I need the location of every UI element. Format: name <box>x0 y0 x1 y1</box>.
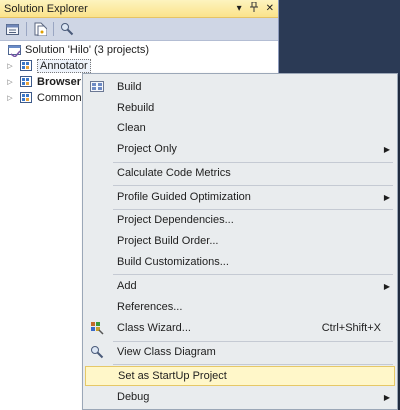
vc-project-icon <box>20 76 34 89</box>
close-icon[interactable]: ✕ <box>266 3 274 14</box>
expand-arrow-icon[interactable]: ▷ <box>5 94 15 102</box>
submenu-arrow-icon: ▶ <box>383 281 390 291</box>
menu-item-label: Build <box>117 81 142 93</box>
menu-item-label: Rebuild <box>117 102 155 114</box>
menu-item-label: Class Wizard... <box>117 322 191 334</box>
properties-icon[interactable] <box>5 21 21 37</box>
menu-item-view-class-diagram[interactable]: View Class Diagram <box>85 342 395 362</box>
menu-item-build[interactable]: Build <box>85 77 395 97</box>
class-diagram-icon <box>89 344 105 360</box>
menu-item-label: Project Build Order... <box>117 235 219 247</box>
solution-explorer-toolbar <box>0 18 278 41</box>
menu-item-label: Clean <box>117 122 146 134</box>
project-label: Browser <box>37 76 82 88</box>
menu-item-project-dependencies[interactable]: Project Dependencies... <box>85 210 395 230</box>
panel-title: Solution Explorer <box>4 2 88 15</box>
show-all-files-icon[interactable] <box>32 21 48 37</box>
menu-separator <box>113 364 393 365</box>
expand-arrow-icon[interactable]: ▷ <box>5 62 15 70</box>
menu-item-label: Debug <box>117 391 150 403</box>
menu-item-label: References... <box>117 301 183 313</box>
auto-hide-pin-icon[interactable] <box>249 1 258 15</box>
solution-label: Solution 'Hilo' (3 projects) <box>25 44 150 56</box>
submenu-arrow-icon: ▶ <box>383 144 390 154</box>
vc-project-icon <box>20 92 34 105</box>
menu-item-label: Set as StartUp Project <box>118 370 227 382</box>
vc-project-icon <box>20 60 34 73</box>
class-wizard-icon <box>89 320 105 336</box>
menu-item-label: Add <box>117 280 137 292</box>
menu-item-build-customizations[interactable]: Build Customizations... <box>85 252 395 272</box>
menu-item-rebuild[interactable]: Rebuild <box>85 98 395 118</box>
submenu-arrow-icon: ▶ <box>383 192 390 202</box>
menu-separator <box>113 274 393 275</box>
submenu-arrow-icon: ▶ <box>383 392 390 402</box>
menu-item-clean[interactable]: Clean <box>85 118 395 138</box>
menu-item-project-build-order[interactable]: Project Build Order... <box>85 231 395 251</box>
window-position-dropdown-icon[interactable]: ▾ <box>237 3 242 14</box>
menu-item-set-as-startup-project[interactable]: Set as StartUp Project <box>85 366 395 386</box>
menu-item-profile-guided-optimization[interactable]: Profile Guided Optimization ▶ <box>85 187 395 207</box>
project-label: Annotator <box>37 59 91 73</box>
menu-item-label: Project Only <box>117 143 177 155</box>
project-label: Common <box>37 92 82 104</box>
shortcut-label: Ctrl+Shift+X <box>321 322 381 334</box>
build-icon <box>89 79 105 95</box>
toolbar-separator <box>26 22 27 36</box>
expand-arrow-icon[interactable]: ▷ <box>5 78 15 86</box>
toolbar-separator <box>53 22 54 36</box>
menu-item-label: Calculate Code Metrics <box>117 167 231 179</box>
menu-item-label: Build Customizations... <box>117 256 229 268</box>
menu-item-project-only[interactable]: Project Only ▶ <box>85 139 395 159</box>
menu-item-references[interactable]: References... <box>85 297 395 317</box>
project-context-menu: Build Rebuild Clean Project Only ▶ Calcu… <box>82 73 398 410</box>
menu-item-debug[interactable]: Debug ▶ <box>85 387 395 407</box>
menu-item-add[interactable]: Add ▶ <box>85 276 395 296</box>
menu-item-calculate-code-metrics[interactable]: Calculate Code Metrics <box>85 163 395 183</box>
menu-item-label: Profile Guided Optimization <box>117 191 251 203</box>
tree-item-project[interactable]: ▷ Annotator <box>0 58 278 74</box>
menu-item-label: Project Dependencies... <box>117 214 234 226</box>
view-class-diagram-icon[interactable] <box>59 21 75 37</box>
solution-icon <box>8 44 22 57</box>
tree-item-solution[interactable]: Solution 'Hilo' (3 projects) <box>0 42 278 58</box>
menu-separator <box>113 185 393 186</box>
menu-item-class-wizard[interactable]: Class Wizard... Ctrl+Shift+X <box>85 318 395 338</box>
menu-item-label: View Class Diagram <box>117 346 216 358</box>
solution-explorer-titlebar: Solution Explorer ▾ ✕ <box>0 0 278 18</box>
